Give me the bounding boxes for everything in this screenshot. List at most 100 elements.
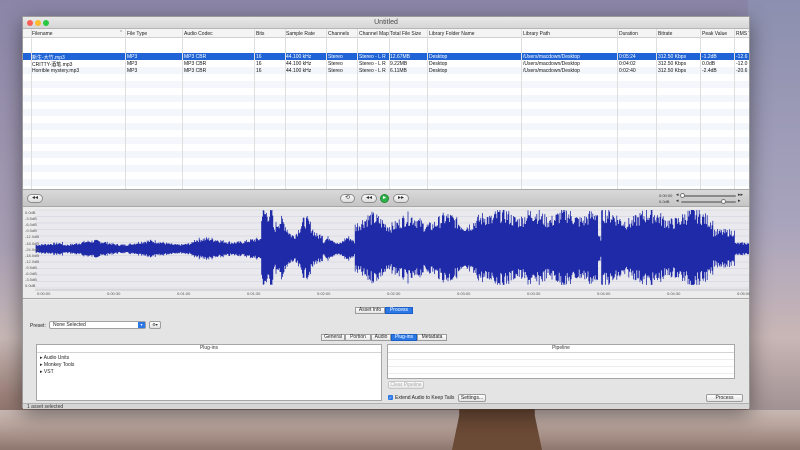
table-row-empty bbox=[23, 151, 749, 158]
tab-audio[interactable]: Audio bbox=[371, 334, 391, 341]
column-header-library-folder-name[interactable]: Library Folder Name bbox=[429, 31, 519, 37]
tab-plug-ins[interactable]: Plug-ins bbox=[391, 334, 417, 341]
column-header-rms-value[interactable]: RMS V bbox=[736, 31, 749, 37]
db-tick-label: -24.0dB bbox=[25, 246, 40, 252]
time-tick-label: 0:05:00 bbox=[737, 291, 751, 296]
table-row[interactable]: Horrible mystery.mp3 MP3 MP3 CBR 16 44.1… bbox=[23, 67, 749, 74]
pipeline-header: Pipeline bbox=[388, 345, 734, 353]
rewind-button[interactable]: ◂◂ bbox=[27, 194, 43, 203]
preset-gear-icon[interactable]: ⚙▾ bbox=[149, 321, 161, 329]
column-divider bbox=[285, 29, 286, 189]
column-header-bits[interactable]: Bits bbox=[256, 31, 284, 37]
column-divider bbox=[700, 29, 701, 189]
volume-slider-knob[interactable] bbox=[721, 199, 726, 204]
sort-chevron-icon[interactable]: ⌃ bbox=[119, 30, 123, 36]
db-tick-label: 0.0dB bbox=[25, 283, 36, 289]
window-title: Untitled bbox=[374, 19, 398, 26]
list-item[interactable]: ▸ Audio Units bbox=[40, 355, 69, 361]
column-divider bbox=[31, 29, 32, 189]
table-row-empty bbox=[23, 88, 749, 95]
desktop-ground bbox=[0, 410, 800, 450]
loop-button[interactable]: ⟲ bbox=[340, 194, 355, 203]
pipeline-slot bbox=[388, 360, 734, 367]
status-bar: 1 asset selected bbox=[23, 403, 749, 410]
preset-select[interactable]: None Selected ▾ bbox=[49, 321, 146, 329]
volume-high-icon: ▸ bbox=[738, 198, 741, 204]
time-tick-label: 0:00:00 bbox=[37, 291, 51, 296]
tab-general[interactable]: General bbox=[321, 334, 345, 341]
table-row-empty bbox=[23, 116, 749, 123]
checkmark-icon[interactable]: ✓ bbox=[388, 395, 393, 400]
table-row[interactable]: 新生-大竹.mp3 MP3 MP3 CBR 16 44.100 kHz Ster… bbox=[23, 53, 749, 61]
column-divider bbox=[427, 29, 428, 189]
db-tick-label: 0.0dB bbox=[25, 210, 36, 215]
table-row-empty bbox=[23, 158, 749, 165]
db-tick-label: -6.0dB bbox=[25, 222, 37, 228]
time-tick-label: 0:00:30 bbox=[107, 291, 121, 296]
extend-audio-label[interactable]: Extend Audio to Keep Tails bbox=[395, 395, 454, 401]
column-header-channel-map[interactable]: Channel Map bbox=[359, 31, 389, 37]
pipeline-panel[interactable]: Pipeline bbox=[387, 344, 735, 379]
plugin-monkey-tools: Monkey Tools bbox=[43, 362, 75, 368]
time-tick-label: 0:02:30 bbox=[387, 291, 401, 296]
transport-bar: ◂◂ ⟲ ◂◂ ▸ ▸▸ 0:00:00 0.0dB ◂ ▸▸ ◂ ▸ bbox=[23, 189, 749, 207]
column-divider bbox=[357, 29, 358, 189]
process-button[interactable]: Process bbox=[706, 394, 743, 402]
column-header-peak-value[interactable]: Peak Value bbox=[702, 31, 734, 37]
column-header-filename[interactable]: Filename bbox=[32, 31, 122, 37]
table-row-empty bbox=[23, 179, 749, 186]
column-header-file-type[interactable]: File Type bbox=[127, 31, 181, 37]
pipeline-slot bbox=[388, 353, 734, 360]
position-slider[interactable] bbox=[681, 195, 736, 197]
column-header-audio-codec[interactable]: Audio Codec bbox=[184, 31, 252, 37]
time-tick-label: 0:03:30 bbox=[527, 291, 541, 296]
column-divider bbox=[734, 29, 735, 189]
chevron-down-icon: ▾ bbox=[138, 322, 145, 328]
db-tick-label: -9.5dB bbox=[25, 228, 37, 234]
time-tick-label: 0:01:00 bbox=[177, 291, 191, 296]
tab-metadata[interactable]: Metadata bbox=[417, 334, 447, 341]
volume-slider[interactable] bbox=[681, 201, 736, 203]
next-button[interactable]: ▸▸ bbox=[393, 194, 409, 203]
inspector-panel: Asset Info Process Preset: None Selected… bbox=[23, 300, 749, 404]
column-divider bbox=[326, 29, 327, 189]
column-divider bbox=[254, 29, 255, 189]
list-item[interactable]: ▸ VST bbox=[40, 369, 54, 375]
column-header-total-file-size[interactable]: Total File Size bbox=[390, 31, 426, 37]
column-divider bbox=[389, 29, 390, 189]
tab-process[interactable]: Process bbox=[385, 307, 413, 314]
position-slider-knob[interactable] bbox=[680, 193, 685, 198]
time-tick-label: 0:04:30 bbox=[667, 291, 681, 296]
settings-button[interactable]: Settings... bbox=[458, 394, 486, 402]
table-header: Filename ⌃ File Type Audio Codec Bits Sa… bbox=[23, 29, 749, 38]
file-table: Filename ⌃ File Type Audio Codec Bits Sa… bbox=[23, 29, 749, 189]
column-header-bitrate[interactable]: Bitrate bbox=[658, 31, 700, 37]
plugin-vst: VST bbox=[43, 369, 54, 375]
db-tick-label: -9.5dB bbox=[25, 264, 37, 270]
table-row-empty bbox=[23, 130, 749, 137]
column-header-library-path[interactable]: Library Path bbox=[523, 31, 613, 37]
waveform-view[interactable]: 0.0dB -3.5dB -6.0dB -9.5dB -12.0dB -18.0dB -24… bbox=[23, 207, 751, 299]
db-tick-label: -3.5dB bbox=[25, 277, 37, 283]
tab-asset-info[interactable]: Asset Info bbox=[355, 307, 385, 314]
db-tick-label: -18.0dB bbox=[25, 240, 40, 246]
table-row-empty bbox=[23, 95, 749, 102]
time-tick-label: 0:01:30 bbox=[247, 291, 261, 296]
clear-pipeline-button[interactable]: Clear Pipeline bbox=[388, 381, 424, 389]
app-window: Untitled Filename ⌃ File Type Audio Code… bbox=[22, 16, 751, 410]
column-divider bbox=[125, 29, 126, 189]
waveform-graphic[interactable] bbox=[23, 207, 749, 299]
plug-ins-header: Plug-ins bbox=[37, 345, 381, 353]
column-header-channels[interactable]: Channels bbox=[328, 31, 356, 37]
play-button[interactable]: ▸ bbox=[380, 194, 389, 203]
plug-ins-panel: Plug-ins ▸ Audio Units ▸ Monkey Tools ▸ … bbox=[36, 344, 382, 401]
table-row[interactable]: CRITTY-酒笔.mp3 MP3 MP3 CBR 16 44.100 kHz … bbox=[23, 60, 749, 68]
db-tick-label: -18.0dB bbox=[25, 252, 40, 258]
column-divider bbox=[521, 29, 522, 189]
column-header-duration[interactable]: Duration bbox=[619, 31, 653, 37]
column-header-sample-rate[interactable]: Sample Rate bbox=[286, 31, 324, 37]
list-item[interactable]: ▸ Monkey Tools bbox=[40, 362, 74, 368]
tab-portion[interactable]: Portion bbox=[345, 334, 371, 341]
column-divider bbox=[617, 29, 618, 189]
previous-button[interactable]: ◂◂ bbox=[361, 194, 377, 203]
